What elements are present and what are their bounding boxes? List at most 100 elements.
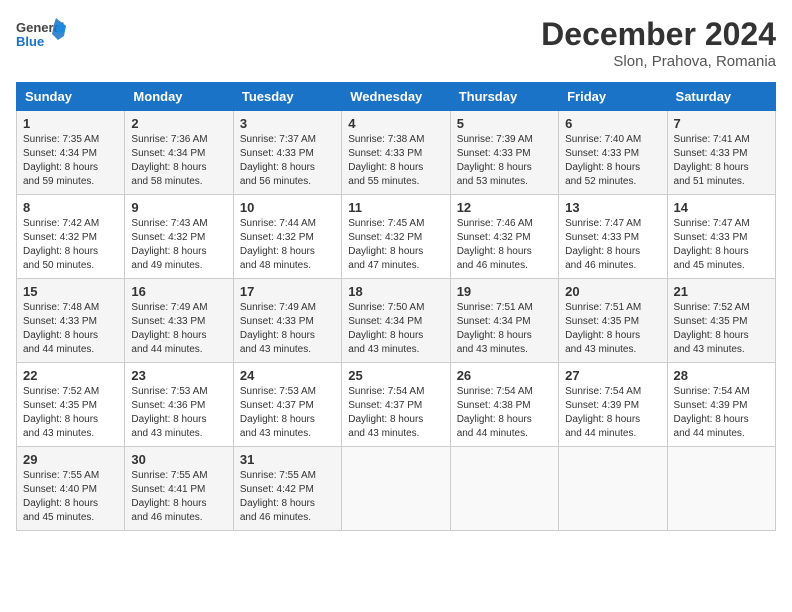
calendar-cell: 6 Sunrise: 7:40 AM Sunset: 4:33 PM Dayli… — [559, 111, 667, 195]
calendar-cell: 31 Sunrise: 7:55 AM Sunset: 4:42 PM Dayl… — [233, 447, 341, 531]
cell-content: Sunrise: 7:38 AM Sunset: 4:33 PM Dayligh… — [348, 133, 443, 189]
day-number: 20 — [565, 284, 660, 299]
calendar-cell: 29 Sunrise: 7:55 AM Sunset: 4:40 PM Dayl… — [17, 447, 125, 531]
calendar-cell: 10 Sunrise: 7:44 AM Sunset: 4:32 PM Dayl… — [233, 195, 341, 279]
location: Slon, Prahova, Romania — [541, 53, 776, 70]
calendar-cell: 11 Sunrise: 7:45 AM Sunset: 4:32 PM Dayl… — [342, 195, 450, 279]
day-number: 24 — [240, 368, 335, 383]
calendar-cell: 4 Sunrise: 7:38 AM Sunset: 4:33 PM Dayli… — [342, 111, 450, 195]
week-row-5: 29 Sunrise: 7:55 AM Sunset: 4:40 PM Dayl… — [17, 447, 776, 531]
cell-content: Sunrise: 7:49 AM Sunset: 4:33 PM Dayligh… — [131, 301, 226, 357]
cell-content: Sunrise: 7:50 AM Sunset: 4:34 PM Dayligh… — [348, 301, 443, 357]
calendar-cell: 1 Sunrise: 7:35 AM Sunset: 4:34 PM Dayli… — [17, 111, 125, 195]
day-number: 18 — [348, 284, 443, 299]
month-year: December 2024 — [541, 16, 776, 53]
day-number: 14 — [674, 200, 769, 215]
cell-content: Sunrise: 7:54 AM Sunset: 4:37 PM Dayligh… — [348, 385, 443, 441]
calendar-cell — [342, 447, 450, 531]
page-header: General Blue December 2024 Slon, Prahova… — [16, 16, 776, 70]
calendar-cell: 25 Sunrise: 7:54 AM Sunset: 4:37 PM Dayl… — [342, 363, 450, 447]
header-sunday: Sunday — [17, 83, 125, 111]
cell-content: Sunrise: 7:54 AM Sunset: 4:39 PM Dayligh… — [674, 385, 769, 441]
calendar-cell: 7 Sunrise: 7:41 AM Sunset: 4:33 PM Dayli… — [667, 111, 775, 195]
cell-content: Sunrise: 7:40 AM Sunset: 4:33 PM Dayligh… — [565, 133, 660, 189]
calendar-cell: 22 Sunrise: 7:52 AM Sunset: 4:35 PM Dayl… — [17, 363, 125, 447]
calendar-cell: 26 Sunrise: 7:54 AM Sunset: 4:38 PM Dayl… — [450, 363, 558, 447]
calendar-cell: 2 Sunrise: 7:36 AM Sunset: 4:34 PM Dayli… — [125, 111, 233, 195]
day-number: 17 — [240, 284, 335, 299]
calendar-cell: 9 Sunrise: 7:43 AM Sunset: 4:32 PM Dayli… — [125, 195, 233, 279]
week-row-1: 1 Sunrise: 7:35 AM Sunset: 4:34 PM Dayli… — [17, 111, 776, 195]
calendar-cell: 24 Sunrise: 7:53 AM Sunset: 4:37 PM Dayl… — [233, 363, 341, 447]
cell-content: Sunrise: 7:55 AM Sunset: 4:41 PM Dayligh… — [131, 469, 226, 525]
day-number: 15 — [23, 284, 118, 299]
cell-content: Sunrise: 7:55 AM Sunset: 4:42 PM Dayligh… — [240, 469, 335, 525]
cell-content: Sunrise: 7:43 AM Sunset: 4:32 PM Dayligh… — [131, 217, 226, 273]
day-number: 13 — [565, 200, 660, 215]
calendar-cell — [667, 447, 775, 531]
cell-content: Sunrise: 7:52 AM Sunset: 4:35 PM Dayligh… — [674, 301, 769, 357]
calendar-cell: 12 Sunrise: 7:46 AM Sunset: 4:32 PM Dayl… — [450, 195, 558, 279]
day-number: 3 — [240, 116, 335, 131]
calendar-cell: 5 Sunrise: 7:39 AM Sunset: 4:33 PM Dayli… — [450, 111, 558, 195]
calendar-cell: 28 Sunrise: 7:54 AM Sunset: 4:39 PM Dayl… — [667, 363, 775, 447]
day-number: 30 — [131, 452, 226, 467]
day-number: 21 — [674, 284, 769, 299]
calendar-cell: 3 Sunrise: 7:37 AM Sunset: 4:33 PM Dayli… — [233, 111, 341, 195]
calendar-cell: 20 Sunrise: 7:51 AM Sunset: 4:35 PM Dayl… — [559, 279, 667, 363]
cell-content: Sunrise: 7:44 AM Sunset: 4:32 PM Dayligh… — [240, 217, 335, 273]
day-number: 11 — [348, 200, 443, 215]
day-number: 6 — [565, 116, 660, 131]
cell-content: Sunrise: 7:47 AM Sunset: 4:33 PM Dayligh… — [565, 217, 660, 273]
day-number: 28 — [674, 368, 769, 383]
header-tuesday: Tuesday — [233, 83, 341, 111]
day-number: 26 — [457, 368, 552, 383]
calendar-cell — [559, 447, 667, 531]
calendar-cell: 18 Sunrise: 7:50 AM Sunset: 4:34 PM Dayl… — [342, 279, 450, 363]
cell-content: Sunrise: 7:39 AM Sunset: 4:33 PM Dayligh… — [457, 133, 552, 189]
cell-content: Sunrise: 7:54 AM Sunset: 4:38 PM Dayligh… — [457, 385, 552, 441]
cell-content: Sunrise: 7:35 AM Sunset: 4:34 PM Dayligh… — [23, 133, 118, 189]
day-number: 19 — [457, 284, 552, 299]
day-number: 4 — [348, 116, 443, 131]
calendar-header-row: SundayMondayTuesdayWednesdayThursdayFrid… — [17, 83, 776, 111]
cell-content: Sunrise: 7:45 AM Sunset: 4:32 PM Dayligh… — [348, 217, 443, 273]
day-number: 29 — [23, 452, 118, 467]
day-number: 23 — [131, 368, 226, 383]
calendar-cell: 17 Sunrise: 7:49 AM Sunset: 4:33 PM Dayl… — [233, 279, 341, 363]
header-monday: Monday — [125, 83, 233, 111]
cell-content: Sunrise: 7:52 AM Sunset: 4:35 PM Dayligh… — [23, 385, 118, 441]
day-number: 27 — [565, 368, 660, 383]
day-number: 16 — [131, 284, 226, 299]
calendar-cell: 8 Sunrise: 7:42 AM Sunset: 4:32 PM Dayli… — [17, 195, 125, 279]
title-area: December 2024 Slon, Prahova, Romania — [541, 16, 776, 70]
cell-content: Sunrise: 7:51 AM Sunset: 4:35 PM Dayligh… — [565, 301, 660, 357]
calendar-table: SundayMondayTuesdayWednesdayThursdayFrid… — [16, 82, 776, 531]
cell-content: Sunrise: 7:46 AM Sunset: 4:32 PM Dayligh… — [457, 217, 552, 273]
calendar-cell: 23 Sunrise: 7:53 AM Sunset: 4:36 PM Dayl… — [125, 363, 233, 447]
day-number: 8 — [23, 200, 118, 215]
day-number: 31 — [240, 452, 335, 467]
header-thursday: Thursday — [450, 83, 558, 111]
cell-content: Sunrise: 7:53 AM Sunset: 4:36 PM Dayligh… — [131, 385, 226, 441]
day-number: 5 — [457, 116, 552, 131]
day-number: 7 — [674, 116, 769, 131]
cell-content: Sunrise: 7:54 AM Sunset: 4:39 PM Dayligh… — [565, 385, 660, 441]
cell-content: Sunrise: 7:48 AM Sunset: 4:33 PM Dayligh… — [23, 301, 118, 357]
day-number: 10 — [240, 200, 335, 215]
cell-content: Sunrise: 7:53 AM Sunset: 4:37 PM Dayligh… — [240, 385, 335, 441]
cell-content: Sunrise: 7:41 AM Sunset: 4:33 PM Dayligh… — [674, 133, 769, 189]
calendar-cell: 13 Sunrise: 7:47 AM Sunset: 4:33 PM Dayl… — [559, 195, 667, 279]
header-wednesday: Wednesday — [342, 83, 450, 111]
day-number: 25 — [348, 368, 443, 383]
calendar-cell: 19 Sunrise: 7:51 AM Sunset: 4:34 PM Dayl… — [450, 279, 558, 363]
day-number: 1 — [23, 116, 118, 131]
logo-bird-icon: General Blue — [16, 16, 66, 52]
week-row-2: 8 Sunrise: 7:42 AM Sunset: 4:32 PM Dayli… — [17, 195, 776, 279]
cell-content: Sunrise: 7:55 AM Sunset: 4:40 PM Dayligh… — [23, 469, 118, 525]
cell-content: Sunrise: 7:49 AM Sunset: 4:33 PM Dayligh… — [240, 301, 335, 357]
day-number: 12 — [457, 200, 552, 215]
calendar-cell: 21 Sunrise: 7:52 AM Sunset: 4:35 PM Dayl… — [667, 279, 775, 363]
header-saturday: Saturday — [667, 83, 775, 111]
cell-content: Sunrise: 7:51 AM Sunset: 4:34 PM Dayligh… — [457, 301, 552, 357]
